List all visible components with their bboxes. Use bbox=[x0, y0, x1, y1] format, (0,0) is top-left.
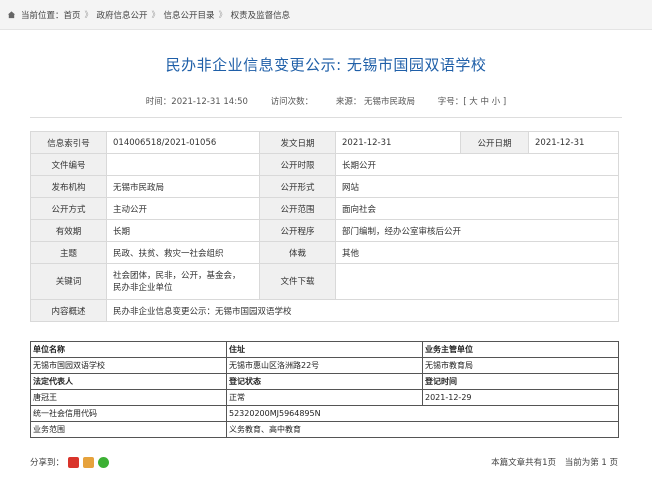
authority-header: 业务主管单位 bbox=[422, 341, 619, 358]
issue-date-label: 发文日期 bbox=[259, 131, 336, 154]
table-row: 内容概述 民办非企业信息变更公示：无锡市国园双语学校 bbox=[30, 299, 619, 322]
breadcrumb-item-supervision[interactable]: 权责及监督信息 bbox=[231, 9, 291, 21]
status-header: 登记状态 bbox=[226, 373, 423, 390]
breadcrumb-separator: 》 bbox=[84, 10, 93, 19]
doc-no-label: 文件编号 bbox=[30, 153, 107, 176]
period-value: 长期公开 bbox=[335, 153, 619, 176]
period-label: 公开时限 bbox=[259, 153, 336, 176]
breadcrumb-separator: 》 bbox=[218, 10, 227, 19]
share-label: 分享到： bbox=[30, 458, 65, 468]
index-value: 014006518/2021-01056 bbox=[106, 131, 260, 154]
publish-date-label: 公开日期 bbox=[460, 131, 529, 154]
table-row: 唐冠王 正常 2021-12-29 bbox=[30, 389, 619, 406]
form-label: 公开形式 bbox=[259, 175, 336, 198]
procedure-value: 部门编制，经办公室审核后公开 bbox=[335, 219, 619, 242]
genre-value: 其他 bbox=[335, 241, 619, 264]
procedure-label: 公开程序 bbox=[259, 219, 336, 242]
org-authority: 无锡市教育局 bbox=[422, 357, 619, 374]
issue-date-value: 2021-12-31 bbox=[335, 131, 461, 154]
publish-date-value: 2021-12-31 bbox=[528, 131, 619, 154]
genre-label: 体裁 bbox=[259, 241, 336, 264]
validity-value: 长期 bbox=[106, 219, 260, 242]
total-pages: 本篇文章共有1页 bbox=[491, 458, 556, 468]
index-label: 信息索引号 bbox=[30, 131, 107, 154]
breadcrumb-item-home[interactable]: 首页 bbox=[64, 9, 81, 21]
keywords-line: 民办非企业单位 bbox=[113, 282, 173, 293]
legal-rep: 唐冠王 bbox=[30, 389, 227, 406]
method-label: 公开方式 bbox=[30, 197, 107, 220]
keywords-label: 关键词 bbox=[30, 263, 107, 300]
table-row: 无锡市国园双语学校 无锡市惠山区洛洲路22号 无锡市教育局 bbox=[30, 357, 619, 374]
summary-label: 内容概述 bbox=[30, 299, 107, 322]
article-meta: 时间：2021-12-31 14:50 访问次数： 来源： 无锡市民政局 字号：… bbox=[0, 95, 652, 107]
validity-label: 有效期 bbox=[30, 219, 107, 242]
keywords-line: 社会团体，民非，公开，基金会， bbox=[113, 270, 241, 281]
home-icon bbox=[7, 11, 16, 19]
reg-status: 正常 bbox=[226, 389, 423, 406]
summary-value: 民办非企业信息变更公示：无锡市国园双语学校 bbox=[106, 299, 619, 322]
org-address: 无锡市惠山区洛洲路22号 bbox=[226, 357, 423, 374]
doc-no-value bbox=[106, 153, 260, 176]
qzone-share-icon[interactable] bbox=[83, 456, 95, 468]
theme-value: 民政、扶贫、救灾一社会组织 bbox=[106, 241, 260, 264]
download-label: 文件下载 bbox=[259, 263, 336, 300]
weibo-share-icon[interactable] bbox=[68, 456, 80, 468]
wechat-share-icon[interactable] bbox=[98, 456, 110, 468]
breadcrumb-item-gov-info[interactable]: 政府信息公开 bbox=[97, 9, 148, 21]
scope-label: 公开范围 bbox=[259, 197, 336, 220]
reg-time: 2021-12-29 bbox=[422, 389, 619, 406]
issuer-value: 无锡市民政局 bbox=[106, 175, 260, 198]
view-count: 访问次数： bbox=[270, 97, 314, 107]
theme-label: 主题 bbox=[30, 241, 107, 264]
scope-value: 面向社会 bbox=[335, 197, 619, 220]
download-value[interactable] bbox=[335, 263, 619, 300]
publish-time: 时间：2021-12-31 14:50 bbox=[145, 97, 248, 107]
org-name: 无锡市国园双语学校 bbox=[30, 357, 227, 374]
table-row: 公开方式 主动公开 公开范围 面向社会 bbox=[30, 197, 619, 220]
business-scope-label: 业务范围 bbox=[30, 421, 227, 438]
table-row: 发布机构 无锡市民政局 公开形式 网站 bbox=[30, 175, 619, 198]
font-size-switch[interactable]: 字号：[ 大 中 小 ] bbox=[438, 97, 506, 107]
share-bar: 分享到： bbox=[30, 456, 110, 468]
breadcrumb-prefix: 当前位置： bbox=[21, 10, 64, 21]
article-source: 来源： 无锡市民政局 bbox=[335, 97, 416, 107]
table-row: 文件编号 公开时限 长期公开 bbox=[30, 153, 619, 176]
reg-time-header: 登记时间 bbox=[422, 373, 619, 390]
form-value: 网站 bbox=[335, 175, 619, 198]
method-value: 主动公开 bbox=[106, 197, 260, 220]
info-table: 信息索引号 014006518/2021-01056 发文日期 2021-12-… bbox=[30, 131, 619, 322]
issuer-label: 发布机构 bbox=[30, 175, 107, 198]
address-header: 住址 bbox=[226, 341, 423, 358]
table-row: 有效期 长期 公开程序 部门编制，经办公室审核后公开 bbox=[30, 219, 619, 242]
footer-bar: 分享到： 本篇文章共有1页 当前为第 1 页 bbox=[30, 452, 618, 472]
table-row: 主题 民政、扶贫、救灾一社会组织 体裁 其他 bbox=[30, 241, 619, 264]
name-header: 单位名称 bbox=[30, 341, 227, 358]
rep-header: 法定代表人 bbox=[30, 373, 227, 390]
table-row: 法定代表人 登记状态 登记时间 bbox=[30, 373, 619, 390]
credit-code-label: 统一社会信用代码 bbox=[30, 405, 227, 422]
table-row: 信息索引号 014006518/2021-01056 发文日期 2021-12-… bbox=[30, 131, 619, 154]
current-page: 当前为第 1 页 bbox=[564, 458, 618, 468]
breadcrumb-item-catalog[interactable]: 信息公开目录 bbox=[164, 9, 215, 21]
pager: 本篇文章共有1页 当前为第 1 页 bbox=[485, 456, 618, 468]
keywords-value: 社会团体，民非，公开，基金会， 民办非企业单位 bbox=[106, 263, 260, 300]
registration-table: 单位名称 住址 业务主管单位 无锡市国园双语学校 无锡市惠山区洛洲路22号 无锡… bbox=[30, 341, 619, 438]
breadcrumb: 当前位置： 首页 》 政府信息公开 》 信息公开目录 》 权责及监督信息 bbox=[0, 0, 652, 30]
business-scope: 义务教育、高中教育 bbox=[226, 421, 619, 438]
credit-code: 52320200MJ5964895N bbox=[226, 405, 619, 422]
table-row: 业务范围 义务教育、高中教育 bbox=[30, 421, 619, 438]
table-row: 关键词 社会团体，民非，公开，基金会， 民办非企业单位 文件下载 bbox=[30, 263, 619, 300]
page-title: 民办非企业信息变更公示: 无锡市国园双语学校 bbox=[165, 56, 487, 74]
table-row: 单位名称 住址 业务主管单位 bbox=[30, 341, 619, 358]
divider bbox=[30, 117, 622, 118]
table-row: 统一社会信用代码 52320200MJ5964895N bbox=[30, 405, 619, 422]
breadcrumb-separator: 》 bbox=[151, 10, 160, 19]
